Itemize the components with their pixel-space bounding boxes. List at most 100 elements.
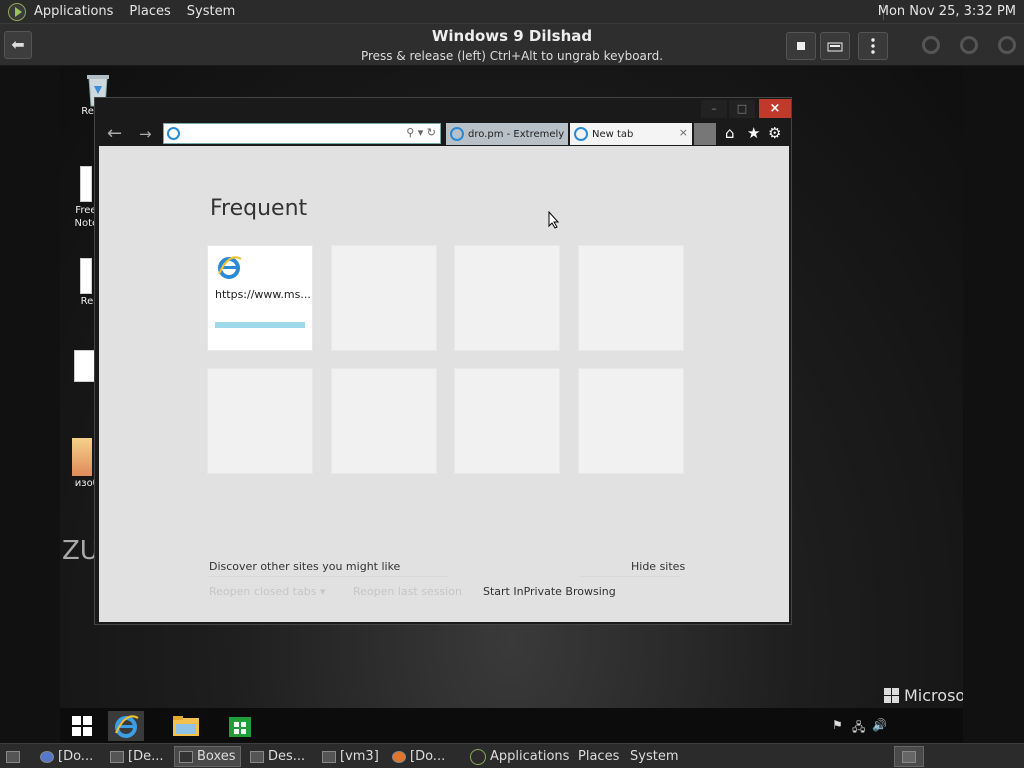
keyboard-icon xyxy=(827,42,843,52)
ie-window: – □ × ← → ⚲ ▾ ↻ dro.pm - Extremely ... N… xyxy=(94,97,792,625)
bottom-panel: [Do... [De... Boxes Des... [vm3] [Do... … xyxy=(0,743,1024,768)
home-icon[interactable]: ⌂ xyxy=(725,124,735,142)
places-menu[interactable]: Places xyxy=(121,0,178,24)
frequent-tile-empty[interactable] xyxy=(454,368,560,474)
tab-new-tab[interactable]: New tab × xyxy=(570,123,692,145)
task-label: [Do... xyxy=(410,749,446,764)
vm-menu-button[interactable] xyxy=(858,32,888,60)
dropdown-icon[interactable]: ▾ xyxy=(418,126,424,139)
internet-explorer-icon xyxy=(115,715,139,738)
ie-minimize-button[interactable]: – xyxy=(701,100,727,118)
window-icon xyxy=(110,750,124,763)
ie-navbar: ← → ⚲ ▾ ↻ dro.pm - Extremely ... New tab… xyxy=(95,120,791,146)
workspace-icon xyxy=(902,750,916,763)
refresh-icon[interactable]: ↻ xyxy=(427,126,436,139)
task-label: Boxes xyxy=(197,749,236,764)
bottom-applications-menu[interactable]: Applications xyxy=(466,746,573,767)
ie-close-button[interactable]: × xyxy=(759,99,791,118)
document-icon xyxy=(80,258,92,294)
task-label: Des... xyxy=(268,749,306,764)
frequent-tile-empty[interactable] xyxy=(578,368,684,474)
taskbar-button[interactable]: [vm3] xyxy=(318,746,383,767)
mate-logo-icon[interactable] xyxy=(8,2,26,21)
document-icon xyxy=(80,166,92,202)
start-inprivate-link[interactable]: Start InPrivate Browsing xyxy=(483,585,616,598)
taskbar-button[interactable]: [Do... xyxy=(388,746,449,767)
mate-logo-icon xyxy=(470,748,486,765)
window-minimize-button[interactable] xyxy=(922,36,940,54)
workspace-switcher[interactable] xyxy=(894,746,924,767)
frequent-heading: Frequent xyxy=(210,196,308,221)
tab-label: New tab xyxy=(592,128,634,140)
new-tab-page: Frequent https://www.ms... Discover othe… xyxy=(99,146,789,622)
store-icon xyxy=(229,717,251,737)
task-label: [vm3] xyxy=(340,749,379,764)
action-center-flag-icon[interactable]: ⚑ xyxy=(832,718,843,732)
frequent-tile-empty[interactable] xyxy=(331,368,437,474)
window-icon xyxy=(250,750,264,763)
network-icon[interactable]: 🖧 xyxy=(852,718,865,739)
kebab-menu-icon xyxy=(871,38,875,54)
divider xyxy=(579,576,681,577)
hide-sites-link[interactable]: Hide sites xyxy=(631,560,685,573)
frequent-tile-empty[interactable] xyxy=(331,245,437,351)
window-icon xyxy=(322,750,336,763)
task-label: [Do... xyxy=(58,749,94,764)
window-maximize-button[interactable] xyxy=(960,36,978,54)
taskbar-button[interactable]: Des... xyxy=(246,746,309,767)
new-tab-button[interactable] xyxy=(694,123,716,145)
vm-stop-button[interactable] xyxy=(786,32,816,60)
internet-explorer-icon xyxy=(218,256,242,279)
tab-dro-pm[interactable]: dro.pm - Extremely ... xyxy=(446,123,568,145)
taskbar-file-explorer[interactable] xyxy=(168,711,204,741)
divider xyxy=(209,576,449,577)
discover-sites-link[interactable]: Discover other sites you might like xyxy=(209,560,400,573)
ie-maximize-button[interactable]: □ xyxy=(729,100,755,118)
system-menu[interactable]: System xyxy=(179,0,243,24)
taskbar-button[interactable]: [De... xyxy=(106,746,167,767)
window-close-button[interactable] xyxy=(998,36,1016,54)
taskbar-store[interactable] xyxy=(222,711,258,741)
keyboard-button[interactable] xyxy=(820,32,850,60)
task-label: [De... xyxy=(128,749,164,764)
boxes-header: ⬅ Windows 9 Dilshad Press & release (lef… xyxy=(0,24,1024,66)
settings-gear-icon[interactable]: ⚙ xyxy=(768,124,781,142)
folder-icon xyxy=(173,716,199,736)
taskbar-ie[interactable] xyxy=(108,711,144,741)
volume-icon[interactable]: 🔊 xyxy=(872,718,887,732)
top-panel: Applications Places System Mon Nov 25, 3… xyxy=(0,0,1024,24)
close-tab-icon[interactable]: × xyxy=(679,126,688,139)
clock[interactable]: Mon Nov 25, 3:32 PM xyxy=(878,0,1016,24)
firefox-icon xyxy=(392,750,406,763)
frequent-tile-empty[interactable] xyxy=(207,368,313,474)
address-tools: ⚲ ▾ ↻ xyxy=(406,126,436,139)
show-desktop-icon xyxy=(6,750,20,763)
tab-label: dro.pm - Extremely ... xyxy=(468,128,568,140)
frequent-tile[interactable]: https://www.ms... xyxy=(207,245,313,351)
frequent-tile-empty[interactable] xyxy=(454,245,560,351)
tile-url: https://www.ms... xyxy=(215,288,311,301)
applications-menu[interactable]: Applications xyxy=(26,0,121,24)
applications-label: Applications xyxy=(490,749,570,764)
windows-logo-icon xyxy=(72,716,92,736)
windows-taskbar: ⚑ 🖧 🔊 xyxy=(60,708,963,743)
taskbar-button[interactable]: [Do... xyxy=(36,746,97,767)
favorites-star-icon[interactable]: ★ xyxy=(747,124,760,142)
search-icon[interactable]: ⚲ xyxy=(406,126,414,139)
windows-flag-icon xyxy=(884,687,899,703)
forward-arrow-icon[interactable]: → xyxy=(139,125,152,143)
tile-usage-bar xyxy=(215,322,305,328)
reopen-closed-tabs-link[interactable]: Reopen closed tabs ▾ xyxy=(209,585,325,598)
show-desktop-button[interactable] xyxy=(2,746,24,767)
frequent-tile-empty[interactable] xyxy=(578,245,684,351)
shortcut-icon xyxy=(74,350,96,382)
back-arrow-icon[interactable]: ← xyxy=(107,123,122,144)
microsoft-text: Microsoft xyxy=(904,686,963,705)
address-bar[interactable]: ⚲ ▾ ↻ xyxy=(163,123,441,144)
bottom-places-menu[interactable]: Places xyxy=(574,746,623,767)
reopen-last-session-link[interactable]: Reopen last session xyxy=(353,585,462,598)
ie-tab-icon xyxy=(574,127,588,141)
taskbar-button-active[interactable]: Boxes xyxy=(174,746,241,767)
start-button[interactable] xyxy=(64,711,100,741)
bottom-system-menu[interactable]: System xyxy=(626,746,682,767)
